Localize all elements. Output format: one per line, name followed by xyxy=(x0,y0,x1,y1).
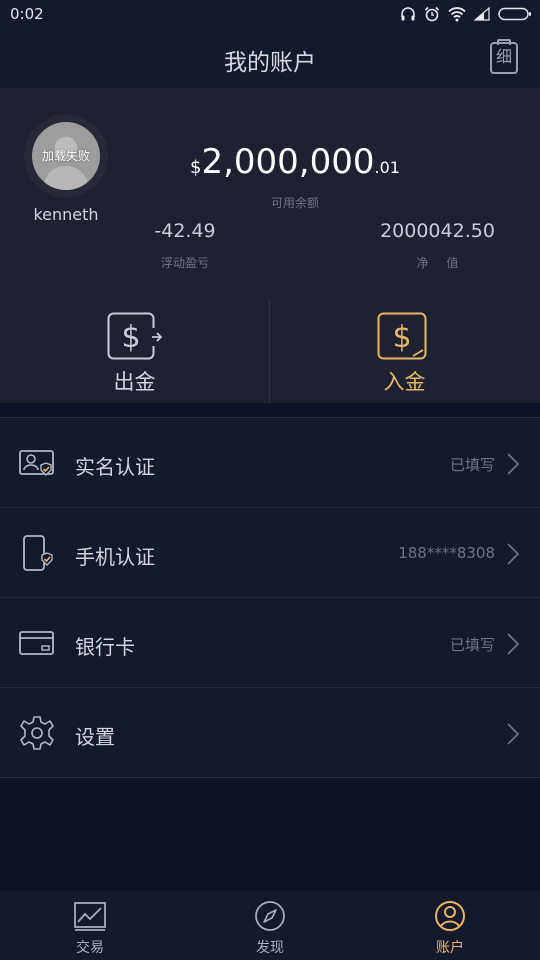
chevron-right-icon xyxy=(507,723,520,745)
withdraw-button[interactable]: $ 出金 xyxy=(0,300,269,403)
available-balance-label: 可用余额 xyxy=(270,196,319,210)
menu-item-status: 已填写 xyxy=(449,636,495,654)
app-header: 我的账户 细 xyxy=(0,28,540,88)
floating-pnl-label: 浮动盈亏 xyxy=(160,256,209,270)
compass-icon xyxy=(255,901,285,931)
menu-item-label: 银行卡 xyxy=(75,635,135,659)
status-icons xyxy=(400,5,532,23)
bottom-tab-bar: 交易 发现 账户 xyxy=(0,891,540,960)
account-summary: 加载失败 kenneth $2,000,000.01 可用余额 -42.49 浮… xyxy=(0,88,540,403)
battery-icon xyxy=(498,7,531,21)
username: kenneth xyxy=(33,205,99,224)
tab-trade[interactable]: 交易 xyxy=(0,891,180,960)
status-time: 0:02 xyxy=(10,5,44,23)
menu-item-bank-card[interactable]: 银行卡 已填写 xyxy=(0,598,540,688)
id-card-icon xyxy=(19,450,54,476)
equity-label: 净值 xyxy=(416,256,477,270)
tab-label: 交易 xyxy=(76,940,104,956)
deposit-label: 入金 xyxy=(383,370,426,394)
svg-text:$: $ xyxy=(121,320,140,355)
menu-item-label: 设置 xyxy=(75,725,115,749)
menu-item-phone-verification[interactable]: 手机认证 188****8308 xyxy=(0,508,540,598)
menu-item-label: 实名认证 xyxy=(75,455,155,479)
deposit-icon: $ xyxy=(377,312,427,360)
menu-item-status: 已填写 xyxy=(449,456,495,474)
tab-label: 发现 xyxy=(256,940,284,956)
balance-cents: .01 xyxy=(374,158,400,177)
balance-currency: $ xyxy=(190,157,202,178)
chevron-right-icon xyxy=(507,453,520,475)
avatar-image: 加载失败 xyxy=(32,122,100,190)
floating-pnl-value: -42.49 xyxy=(154,220,216,242)
signal-icon xyxy=(474,7,490,21)
gear-icon xyxy=(20,716,54,750)
menu-item-phone-number: 188****8308 xyxy=(398,544,495,562)
chart-icon xyxy=(74,902,106,931)
equity-value: 2000042.50 xyxy=(380,220,495,242)
avatar-load-failed-text: 加载失败 xyxy=(41,149,90,163)
alarm-icon xyxy=(424,6,440,22)
avatar-silhouette xyxy=(44,166,88,190)
user-icon xyxy=(435,901,465,931)
tab-account[interactable]: 账户 xyxy=(360,891,540,960)
page-title: 我的账户 xyxy=(224,50,316,76)
menu-item-label: 手机认证 xyxy=(75,545,155,569)
withdraw-label: 出金 xyxy=(113,370,156,394)
avatar[interactable]: 加载失败 xyxy=(24,114,108,198)
chevron-right-icon xyxy=(507,633,520,655)
available-balance: $2,000,000.01 xyxy=(160,142,430,182)
tab-discover[interactable]: 发现 xyxy=(180,891,360,960)
tab-label: 账户 xyxy=(436,940,464,956)
phone-verified-icon xyxy=(23,535,53,571)
bank-card-icon xyxy=(19,631,54,655)
deposit-button[interactable]: $ 入金 xyxy=(270,300,539,403)
withdraw-icon: $ xyxy=(107,312,163,360)
menu-item-settings[interactable]: 设置 xyxy=(0,688,540,778)
details-button[interactable]: 细 xyxy=(490,39,518,74)
account-menu: 实名认证 已填写 手机认证 188****8308 银行卡 已填写 设置 xyxy=(0,417,540,778)
headphones-icon xyxy=(401,7,415,21)
svg-text:$: $ xyxy=(392,320,411,355)
balance-amount: 2,000,000 xyxy=(201,142,375,182)
status-bar: 0:02 xyxy=(0,0,540,28)
chevron-right-icon xyxy=(507,543,520,565)
menu-item-identity-verification[interactable]: 实名认证 已填写 xyxy=(0,418,540,508)
wifi-icon xyxy=(448,7,466,22)
